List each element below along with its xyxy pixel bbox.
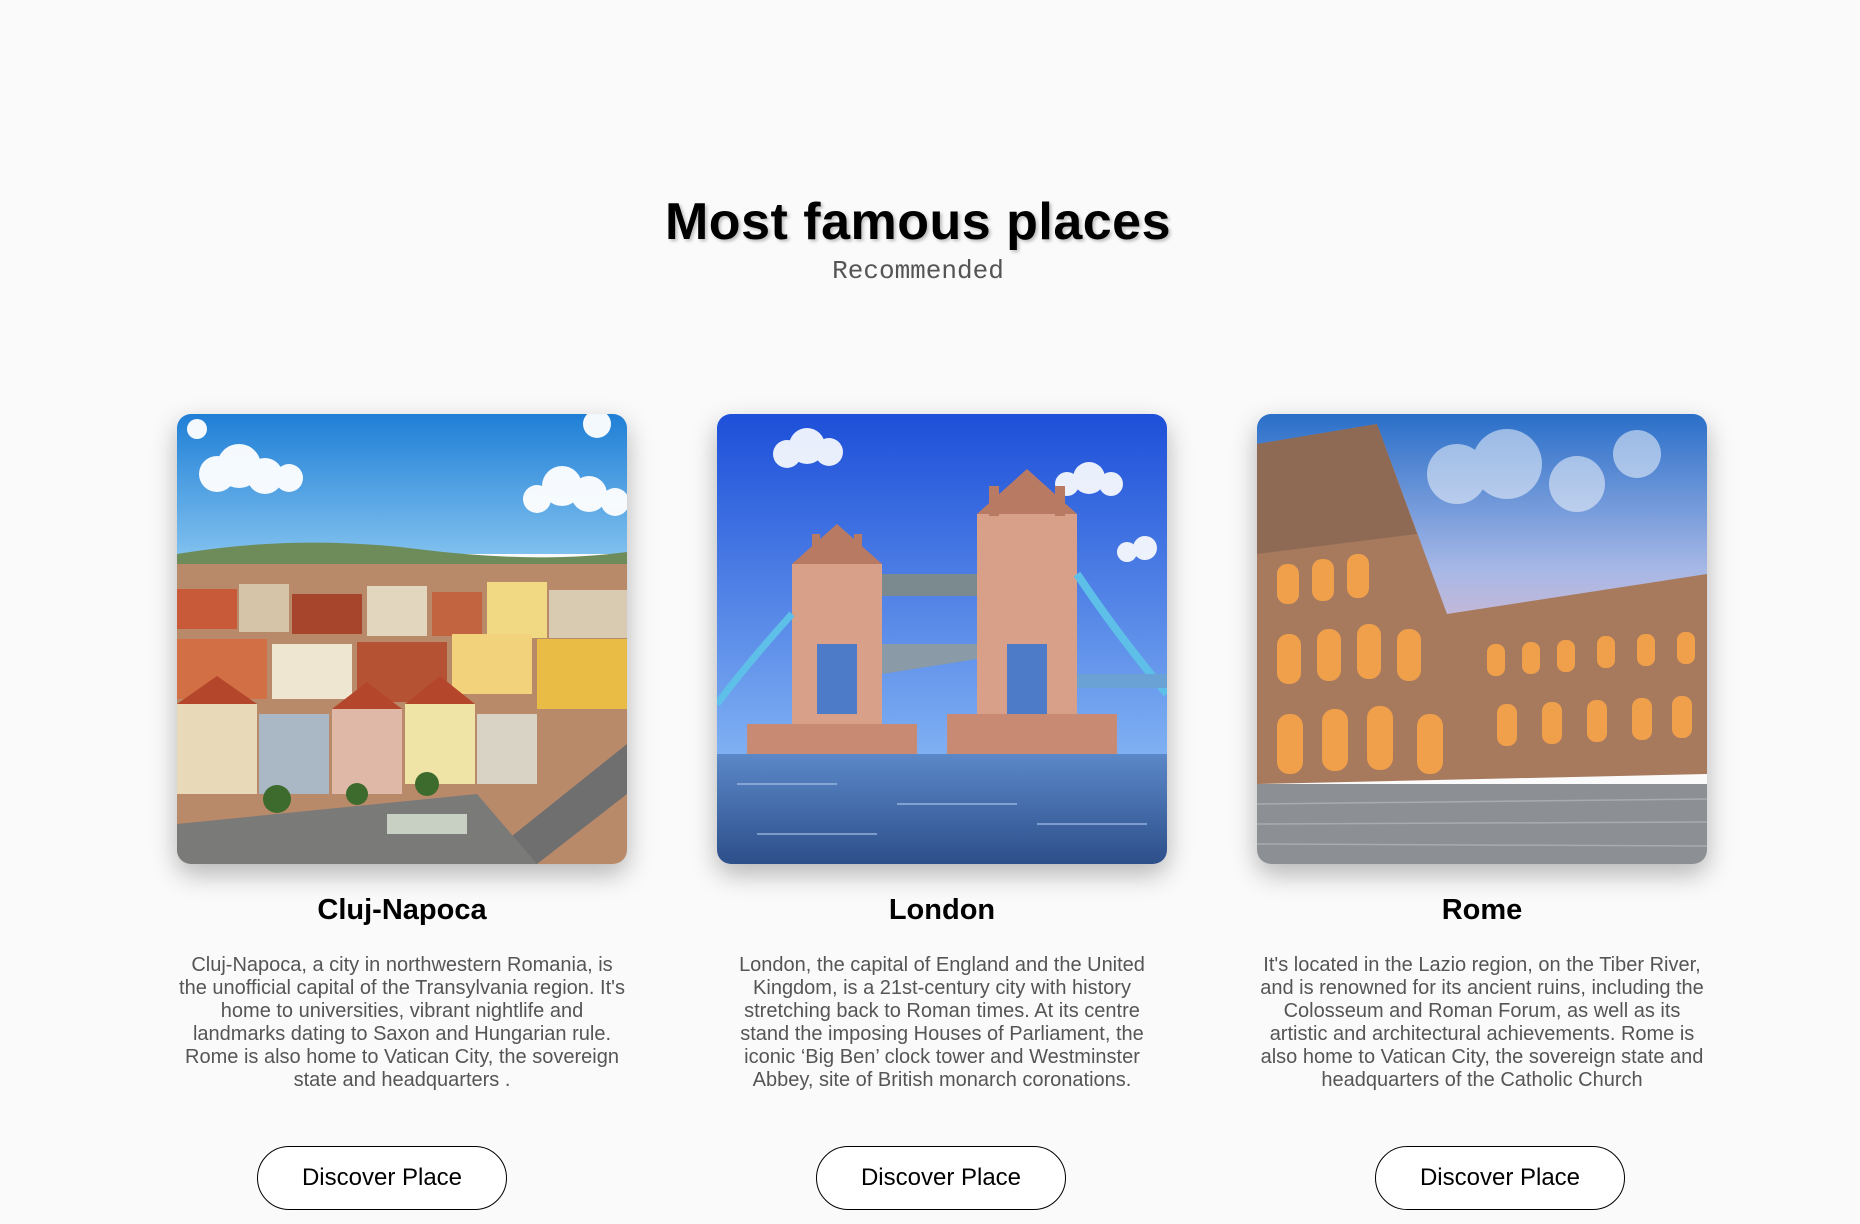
cluj-napoca-photo <box>177 414 627 864</box>
places-grid: Cluj-Napoca Cluj-Napoca, a city in north… <box>0 414 1860 1214</box>
place-card-london: London London, the capital of England an… <box>717 414 1167 1210</box>
page-subtitle: Recommended <box>832 256 1004 286</box>
place-description: It's located in the Lazio region, on the… <box>1260 954 1704 1091</box>
place-name: Rome <box>1441 894 1523 926</box>
page-title: Most famous places <box>664 193 1172 251</box>
discover-place-button-london[interactable]: Discover Place <box>816 1146 1066 1210</box>
place-name: Cluj-Napoca <box>317 894 487 926</box>
place-description: Cluj-Napoca, a city in northwestern Roma… <box>179 954 625 1091</box>
discover-place-button-cluj-napoca[interactable]: Discover Place <box>257 1146 507 1210</box>
discover-place-button-rome[interactable]: Discover Place <box>1375 1146 1625 1210</box>
rome-colosseum-photo <box>1257 414 1707 864</box>
section-header: Most famous places Recommended <box>0 192 1836 288</box>
place-name: London <box>888 894 996 926</box>
london-tower-bridge-photo <box>717 414 1167 864</box>
place-card-cluj-napoca: Cluj-Napoca Cluj-Napoca, a city in north… <box>177 414 627 1210</box>
place-card-rome: Rome It's located in the Lazio region, o… <box>1257 414 1707 1210</box>
place-description: London, the capital of England and the U… <box>739 954 1145 1091</box>
page: Most famous places Recommended Cluj-Napo… <box>0 0 1860 1224</box>
